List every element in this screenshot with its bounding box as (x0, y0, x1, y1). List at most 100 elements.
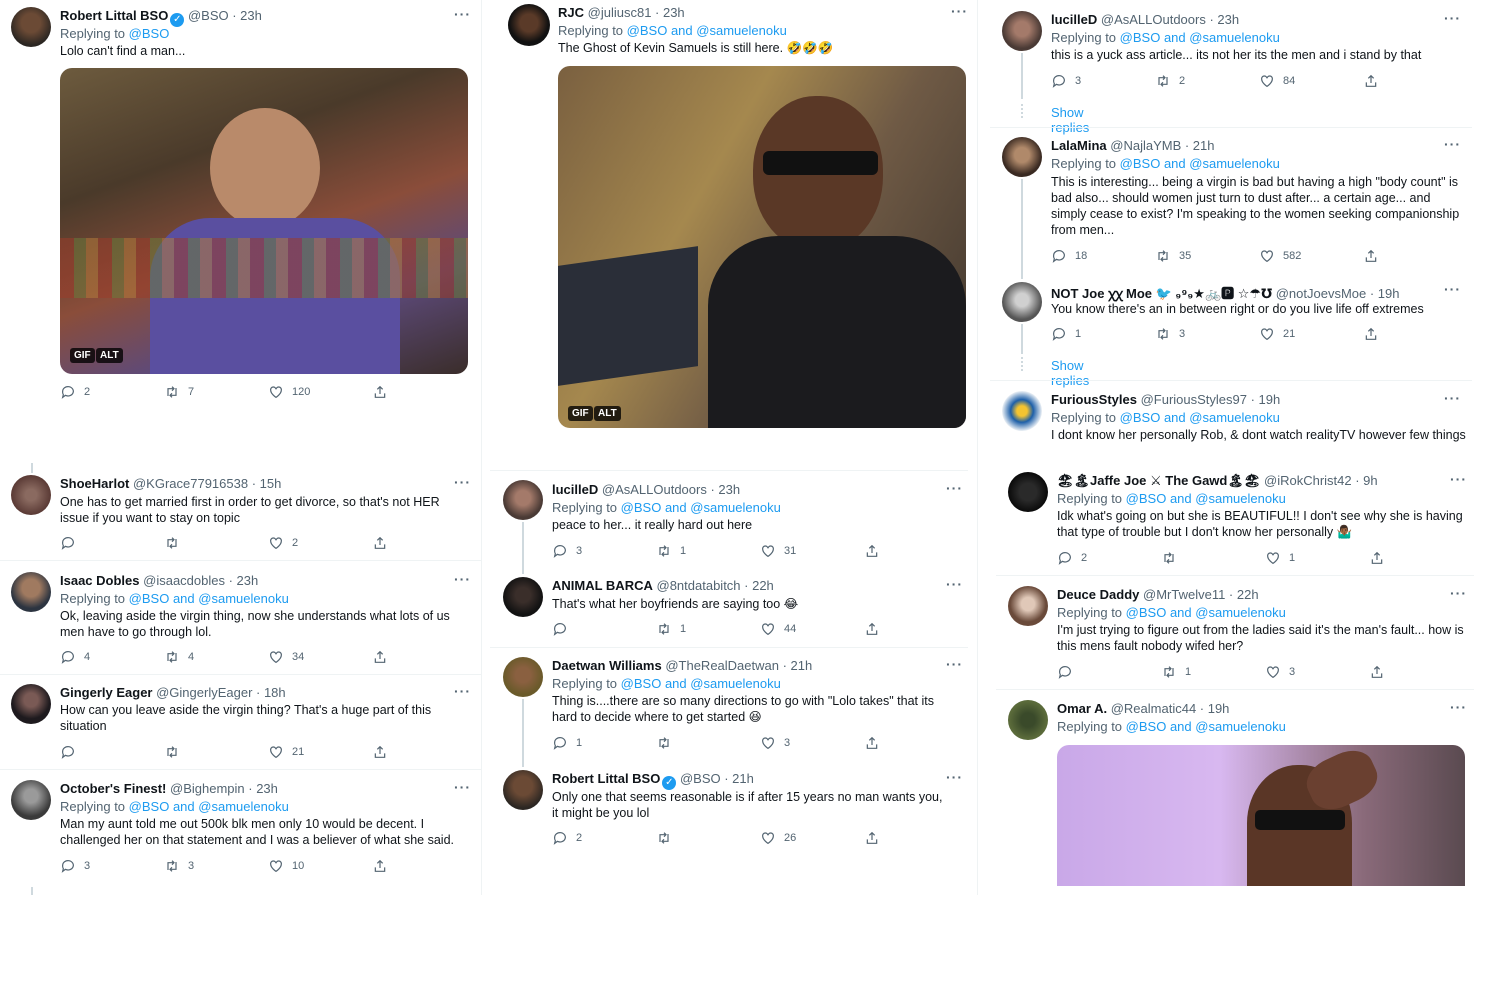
author-handle[interactable]: @isaacdobles · 23h (143, 573, 258, 588)
avatar[interactable] (508, 4, 550, 46)
mention-link[interactable]: @samuelenoku (1189, 30, 1280, 45)
mention-link[interactable]: @BSO (1120, 30, 1161, 45)
avatar[interactable] (1002, 391, 1042, 431)
author-handle[interactable]: @Realmatic44 · 19h (1111, 701, 1230, 716)
share-button[interactable] (1369, 664, 1473, 680)
image-media[interactable] (1057, 745, 1465, 886)
like-button[interactable]: 44 (760, 621, 864, 637)
avatar[interactable] (1008, 586, 1048, 626)
mention-link[interactable]: @BSO (129, 591, 170, 606)
like-button[interactable]: 1 (1265, 550, 1369, 566)
more-icon[interactable]: ··· (951, 3, 968, 19)
author-name[interactable]: Gingerly Eager (60, 685, 152, 700)
mention-link[interactable]: @samuelenoku (1189, 410, 1280, 425)
author-handle[interactable]: @AsALLOutdoors · 23h (602, 482, 740, 497)
share-button[interactable] (372, 535, 476, 551)
more-icon[interactable]: ··· (454, 571, 471, 587)
share-button[interactable] (864, 735, 968, 751)
more-icon[interactable]: ··· (454, 6, 471, 22)
mention-link[interactable]: @samuelenoku (1195, 605, 1286, 620)
mention-link[interactable]: @samuelenoku (1195, 719, 1286, 734)
retweet-button[interactable]: 3 (164, 858, 268, 874)
reply-button[interactable]: 18 (1051, 248, 1155, 264)
mention-link[interactable]: @BSO (621, 500, 662, 515)
retweet-button[interactable]: 1 (1161, 664, 1265, 680)
avatar[interactable] (11, 7, 51, 47)
author-name[interactable]: Robert Littal BSO (60, 8, 168, 23)
like-button[interactable]: 3 (1265, 664, 1369, 680)
author-name[interactable]: ShoeHarlot (60, 476, 129, 491)
retweet-button[interactable]: 2 (1155, 73, 1259, 89)
author-handle[interactable]: @TheRealDaetwan · 21h (665, 658, 812, 673)
reply-button[interactable] (60, 535, 164, 551)
avatar[interactable] (11, 475, 51, 515)
more-icon[interactable]: ··· (454, 474, 471, 490)
author-handle[interactable]: @KGrace77916538 · 15h (133, 476, 281, 491)
mention-link[interactable]: @samuelenoku (198, 799, 289, 814)
retweet-button[interactable] (164, 535, 268, 551)
mention-link[interactable]: @BSO (1126, 605, 1167, 620)
like-button[interactable]: 84 (1259, 73, 1363, 89)
retweet-button[interactable]: 7 (164, 384, 268, 400)
share-button[interactable] (1363, 73, 1467, 89)
retweet-button[interactable] (1161, 550, 1265, 566)
like-button[interactable]: 2 (268, 535, 372, 551)
retweet-button[interactable]: 1 (656, 543, 760, 559)
reply-button[interactable]: 2 (552, 830, 656, 846)
share-button[interactable] (1363, 326, 1467, 342)
mention-link[interactable]: @BSO (1120, 410, 1161, 425)
more-icon[interactable]: ··· (946, 656, 963, 672)
mention-link[interactable]: @BSO (627, 23, 668, 38)
reply-button[interactable] (552, 621, 656, 637)
author-handle[interactable]: @NajlaYMB · 21h (1110, 138, 1214, 153)
mention-link[interactable]: @samuelenoku (1195, 491, 1286, 506)
mention-link[interactable]: @BSO (1126, 719, 1167, 734)
reply-button[interactable]: 1 (1051, 326, 1155, 342)
like-button[interactable]: 10 (268, 858, 372, 874)
avatar[interactable] (1002, 282, 1042, 322)
retweet-button[interactable]: 1 (656, 621, 760, 637)
author-name[interactable]: Omar A. (1057, 701, 1107, 716)
author-handle[interactable]: @BSO · 21h (680, 771, 754, 786)
mention-link[interactable]: @samuelenoku (690, 500, 781, 515)
share-button[interactable] (372, 384, 476, 400)
author-handle[interactable]: @FuriousStyles97 · 19h (1141, 392, 1281, 407)
reply-button[interactable]: 2 (1057, 550, 1161, 566)
avatar[interactable] (503, 480, 543, 520)
author-name[interactable]: lucilleD (552, 482, 598, 497)
reply-button[interactable]: 4 (60, 649, 164, 665)
author-handle[interactable]: @notJoevsMoe · 19h (1276, 286, 1400, 301)
mention-link[interactable]: @samuelenoku (696, 23, 787, 38)
gif-media[interactable]: GIF ALT (60, 68, 468, 374)
avatar[interactable] (503, 577, 543, 617)
reply-button[interactable]: 2 (60, 384, 164, 400)
share-button[interactable] (864, 830, 968, 846)
mention-link[interactable]: @samuelenoku (1189, 156, 1280, 171)
avatar[interactable] (1002, 11, 1042, 51)
like-button[interactable]: 3 (760, 735, 864, 751)
show-replies-link[interactable]: Show replies (1051, 358, 1089, 388)
author-name[interactable]: October's Finest! (60, 781, 166, 796)
share-button[interactable] (372, 744, 476, 760)
more-icon[interactable]: ··· (1444, 136, 1461, 152)
author-name[interactable]: RJC (558, 5, 584, 20)
gif-media[interactable]: GIF ALT (558, 66, 966, 428)
share-button[interactable] (1363, 248, 1467, 264)
avatar[interactable] (1008, 700, 1048, 740)
reply-button[interactable] (60, 744, 164, 760)
mention-link[interactable]: @BSO (129, 799, 170, 814)
more-icon[interactable]: ··· (1444, 281, 1461, 297)
author-handle[interactable]: @AsALLOutdoors · 23h (1101, 12, 1239, 27)
more-icon[interactable]: ··· (1444, 10, 1461, 26)
alt-badge[interactable]: ALT (598, 408, 617, 419)
mention-link[interactable]: @samuelenoku (690, 676, 781, 691)
more-icon[interactable]: ··· (1450, 471, 1467, 487)
mention-link[interactable]: @BSO (1120, 156, 1161, 171)
reply-button[interactable]: 3 (1051, 73, 1155, 89)
alt-badge[interactable]: ALT (100, 350, 119, 361)
retweet-button[interactable]: 4 (164, 649, 268, 665)
more-icon[interactable]: ··· (946, 480, 963, 496)
author-name[interactable]: ANIMAL BARCA (552, 578, 653, 593)
share-button[interactable] (1369, 550, 1473, 566)
avatar[interactable] (11, 684, 51, 724)
